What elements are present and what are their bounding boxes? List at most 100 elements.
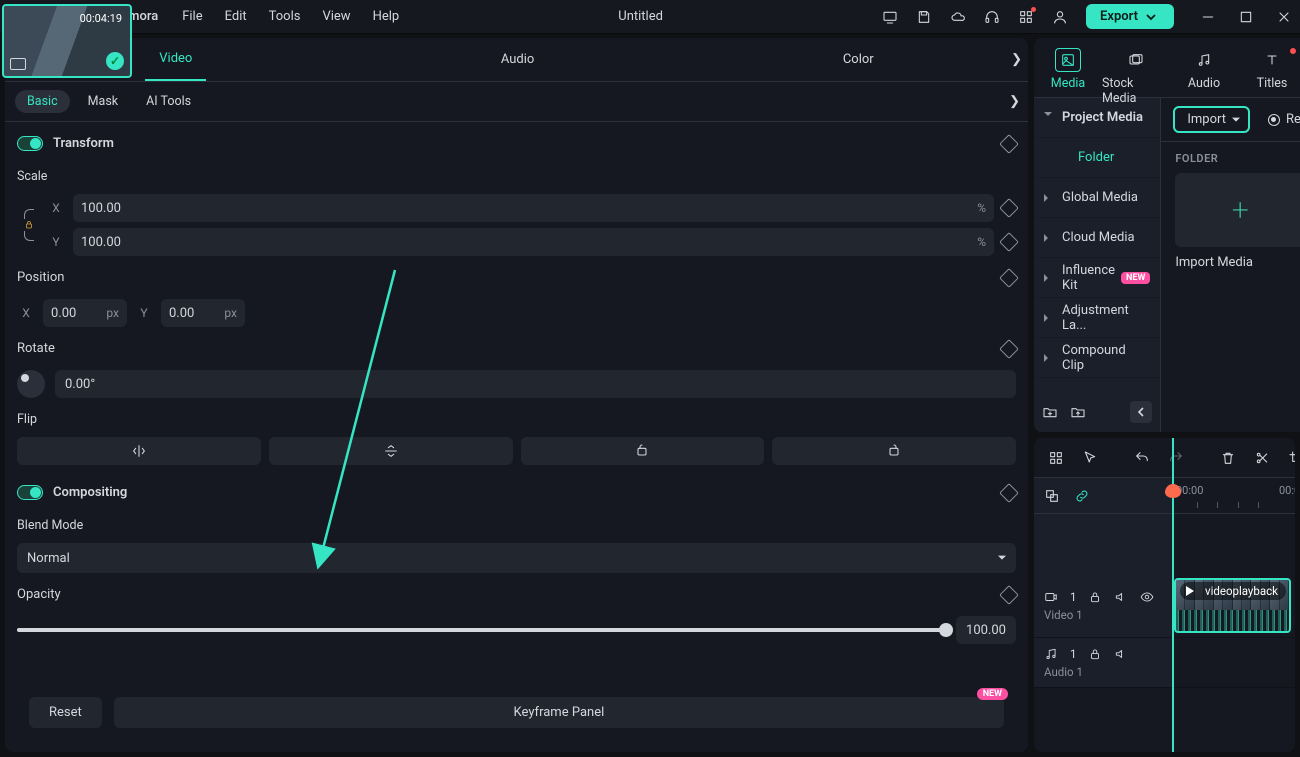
sidebar-item-compound-clip[interactable]: Compound Clip <box>1034 338 1160 378</box>
scale-y-input[interactable]: 100.00% <box>73 228 994 256</box>
redo-button[interactable] <box>1168 449 1184 467</box>
screen-icon[interactable] <box>882 9 898 25</box>
keyframe-icon[interactable] <box>999 134 1019 154</box>
lock-icon[interactable] <box>1088 590 1102 604</box>
tab-media[interactable]: Media <box>1034 44 1102 97</box>
audio-track-lane[interactable] <box>1172 638 1295 687</box>
split-button[interactable] <box>1254 449 1270 467</box>
compositing-toggle[interactable] <box>17 485 43 500</box>
visibility-icon[interactable] <box>1140 590 1154 604</box>
transform-section[interactable]: Transform <box>17 132 1016 155</box>
menu-file[interactable]: File <box>182 9 202 24</box>
timeline-clip[interactable]: videoplayback <box>1174 578 1291 633</box>
video-track-lane[interactable]: videoplayback <box>1172 574 1295 637</box>
minimize-icon[interactable] <box>1200 9 1216 25</box>
sync-folder-icon[interactable] <box>1070 404 1086 420</box>
mute-icon[interactable] <box>1114 590 1128 604</box>
new-badge: NEW <box>1121 272 1150 284</box>
sidebar-item-global-media[interactable]: Global Media <box>1034 178 1160 218</box>
sidebar-item-influence-kit[interactable]: Influence KitNEW <box>1034 258 1160 298</box>
timeline-ruler[interactable]: 00:0000:00:05:0000:00:10:0000:00:15:0000… <box>1172 478 1295 513</box>
new-badge: NEW <box>977 688 1008 700</box>
scale-x-input[interactable]: 100.00% <box>73 194 994 222</box>
new-folder-icon[interactable] <box>1042 404 1058 420</box>
maximize-icon[interactable] <box>1238 9 1254 25</box>
keyframe-icon[interactable] <box>999 198 1019 218</box>
import-button[interactable]: Import <box>1173 106 1250 133</box>
tab-titles[interactable]: Titles <box>1238 44 1300 97</box>
media-sidebar: Project Media Folder Global Media Cloud … <box>1034 98 1161 432</box>
inspector-tab-color[interactable]: Color <box>829 38 888 81</box>
slider-handle-icon[interactable] <box>939 623 953 637</box>
chevron-down-icon <box>1044 112 1052 120</box>
inspector-tab-audio[interactable]: Audio <box>487 38 548 81</box>
flip-horizontal-button[interactable] <box>17 437 261 465</box>
chevron-right-icon <box>1044 354 1052 362</box>
keyframe-icon[interactable] <box>999 483 1019 503</box>
flip-vertical-button[interactable] <box>269 437 513 465</box>
subtab-mask[interactable]: Mask <box>78 90 129 113</box>
video-track-label: Video 1 <box>1044 608 1162 622</box>
blend-mode-select[interactable]: Normal <box>17 543 1016 573</box>
save-icon[interactable] <box>916 9 932 25</box>
keyframe-panel-button[interactable]: Keyframe Panel NEW <box>114 697 1004 728</box>
rotate-knob[interactable] <box>17 370 45 398</box>
inspector-tab-video[interactable]: Video <box>145 38 206 81</box>
inspector-more-button[interactable]: ❯ <box>1011 52 1022 67</box>
apps-icon[interactable] <box>1018 9 1034 25</box>
chevron-down-icon <box>1146 12 1156 22</box>
opacity-input[interactable]: 100.00 <box>956 616 1016 644</box>
pos-y-input[interactable]: 0.00px <box>161 299 245 327</box>
scale-label: Scale <box>17 169 1016 184</box>
link-scale-icon[interactable] <box>17 209 41 241</box>
video-track-head: 1 Video 1 <box>1034 574 1172 637</box>
rotate-cw-button[interactable] <box>772 437 1016 465</box>
headphones-icon[interactable] <box>984 9 1000 25</box>
menu-edit[interactable]: Edit <box>225 9 247 24</box>
record-button[interactable]: Record <box>1260 108 1300 131</box>
rotate-row-head: Rotate <box>17 337 1016 360</box>
opacity-slider[interactable] <box>17 628 946 632</box>
reset-button[interactable]: Reset <box>29 697 102 728</box>
account-icon[interactable] <box>1052 9 1068 25</box>
keyframe-icon[interactable] <box>999 585 1019 605</box>
rotate-input[interactable]: 0.00° <box>55 370 1016 398</box>
delete-button[interactable] <box>1220 449 1236 467</box>
subtab-ai-tools[interactable]: AI Tools <box>136 90 201 113</box>
subtab-basic[interactable]: Basic <box>15 90 70 113</box>
mute-icon[interactable] <box>1114 647 1128 661</box>
keyframe-icon[interactable] <box>999 339 1019 359</box>
link-icon[interactable] <box>1074 488 1090 504</box>
crop-button[interactable] <box>1288 449 1295 467</box>
layers-icon[interactable] <box>1044 488 1060 504</box>
export-label: Export <box>1100 9 1138 24</box>
menu-tools[interactable]: Tools <box>269 9 301 24</box>
import-media-card[interactable]: + Import Media <box>1175 173 1300 270</box>
cloud-icon[interactable] <box>950 9 966 25</box>
menu-view[interactable]: View <box>322 9 350 24</box>
lock-icon[interactable] <box>1088 647 1102 661</box>
rotate-ccw-button[interactable] <box>521 437 765 465</box>
collapse-sidebar-button[interactable] <box>1130 401 1152 423</box>
close-icon[interactable] <box>1276 9 1292 25</box>
grid-view-icon[interactable] <box>1048 449 1064 467</box>
compositing-section[interactable]: Compositing <box>17 481 1016 504</box>
tab-audio[interactable]: Audio <box>1170 44 1238 97</box>
folder-heading: FOLDER <box>1161 142 1300 173</box>
keyframe-icon[interactable] <box>999 268 1019 288</box>
menu-help[interactable]: Help <box>373 9 400 24</box>
record-icon <box>1268 114 1280 126</box>
export-button[interactable]: Export <box>1086 4 1174 29</box>
media-panel: Media Stock Media Audio Titles <box>1034 38 1300 432</box>
sidebar-item-folder[interactable]: Folder <box>1034 138 1160 178</box>
pos-x-input[interactable]: 0.00px <box>43 299 127 327</box>
audio-track-icon <box>1044 647 1058 661</box>
keyframe-icon[interactable] <box>999 232 1019 252</box>
cursor-icon[interactable] <box>1082 449 1098 467</box>
undo-button[interactable] <box>1134 449 1150 467</box>
subtab-more-button[interactable]: ❯ <box>1009 94 1020 109</box>
transform-toggle[interactable] <box>17 136 43 151</box>
sidebar-item-adjustment-layer[interactable]: Adjustment La... <box>1034 298 1160 338</box>
sidebar-item-project-media[interactable]: Project Media <box>1034 98 1160 138</box>
sidebar-item-cloud-media[interactable]: Cloud Media <box>1034 218 1160 258</box>
